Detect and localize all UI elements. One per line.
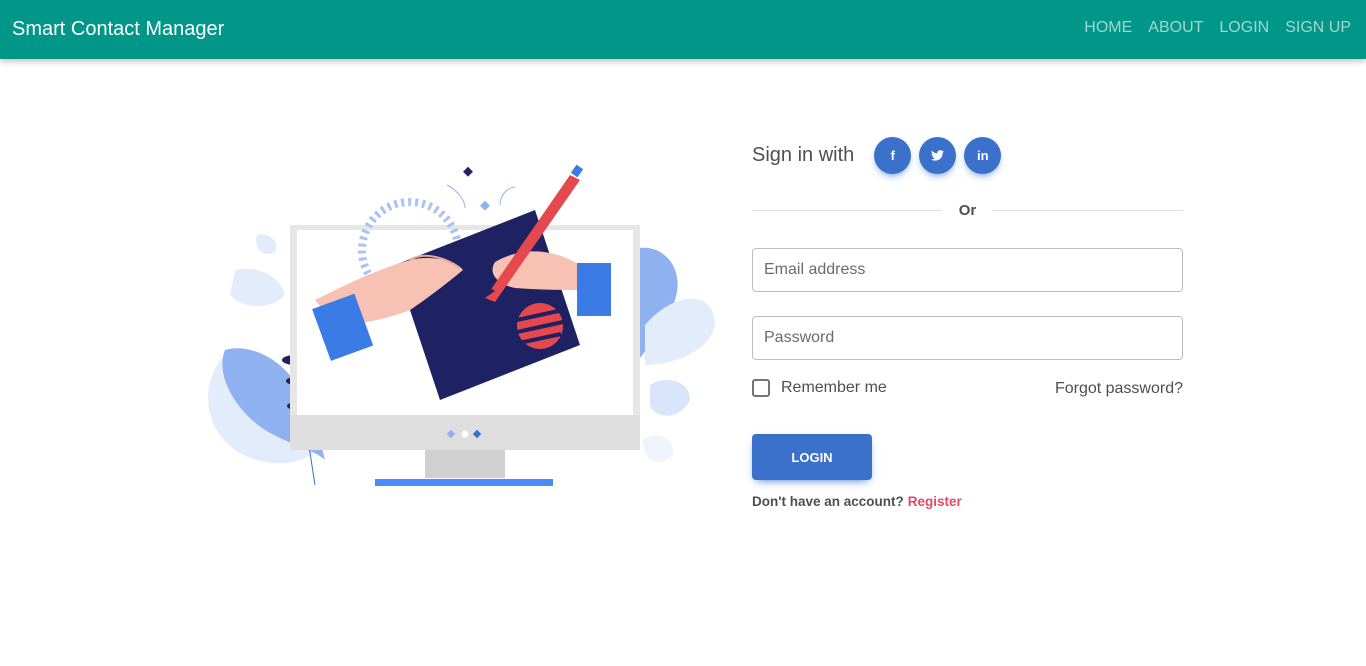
nav-links: HOME ABOUT LOGIN SIGN UP bbox=[1084, 19, 1351, 37]
register-link[interactable]: Register bbox=[908, 494, 962, 509]
remember-me-group: Remember me bbox=[752, 379, 887, 397]
remember-me-checkbox[interactable] bbox=[752, 379, 770, 397]
signin-with-label: Sign in with bbox=[752, 144, 855, 166]
twitter-signin-button[interactable] bbox=[919, 137, 957, 174]
facebook-icon: f bbox=[890, 148, 895, 163]
email-input[interactable] bbox=[752, 248, 1183, 292]
forgot-password-link[interactable]: Forgot password? bbox=[1055, 380, 1183, 398]
nav-about-link[interactable]: ABOUT bbox=[1148, 19, 1203, 37]
facebook-signin-button[interactable]: f bbox=[874, 137, 912, 174]
linkedin-signin-button[interactable]: in bbox=[964, 137, 1002, 174]
twitter-icon bbox=[931, 150, 945, 161]
linkedin-icon: in bbox=[977, 148, 989, 163]
nav-home-link[interactable]: HOME bbox=[1084, 19, 1132, 37]
top-navbar: Smart Contact Manager HOME ABOUT LOGIN S… bbox=[0, 0, 1366, 59]
password-input[interactable] bbox=[752, 316, 1183, 360]
remember-me-label[interactable]: Remember me bbox=[781, 379, 887, 397]
or-divider: Or bbox=[752, 200, 1183, 220]
social-signin-row: Sign in with f in bbox=[752, 137, 1002, 174]
divider-line-right bbox=[992, 210, 1183, 211]
login-illustration bbox=[208, 164, 715, 486]
no-account-text: Don't have an account? bbox=[752, 494, 904, 509]
brand-title[interactable]: Smart Contact Manager bbox=[12, 18, 224, 41]
register-prompt: Don't have an account? Register bbox=[752, 494, 962, 509]
nav-login-link[interactable]: LOGIN bbox=[1219, 19, 1269, 37]
login-button[interactable]: LOGIN bbox=[752, 434, 872, 480]
nav-signup-link[interactable]: SIGN UP bbox=[1285, 19, 1351, 37]
